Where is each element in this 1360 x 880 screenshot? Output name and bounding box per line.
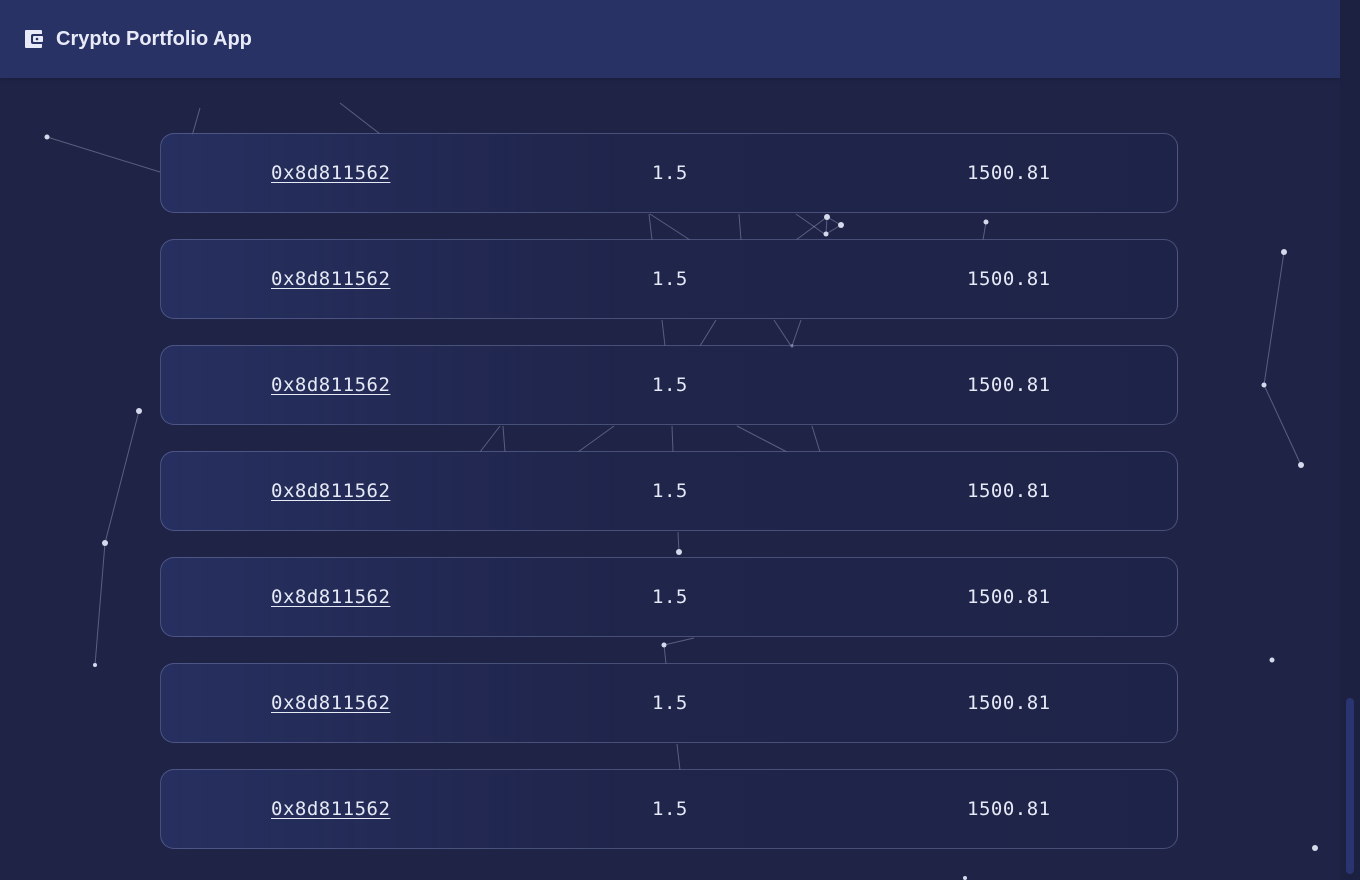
transaction-row: 0x8d811562 1.5 1500.81 — [160, 345, 1178, 425]
transaction-list: 0x8d811562 1.5 1500.81 0x8d811562 1.5 15… — [0, 0, 1340, 880]
wallet-icon — [25, 30, 43, 48]
transaction-value: 1500.81 — [967, 268, 1051, 290]
transaction-value: 1500.81 — [967, 374, 1051, 396]
transaction-row: 0x8d811562 1.5 1500.81 — [160, 557, 1178, 637]
transaction-row: 0x8d811562 1.5 1500.81 — [160, 133, 1178, 213]
transaction-amount: 1.5 — [652, 374, 688, 396]
transaction-row: 0x8d811562 1.5 1500.81 — [160, 451, 1178, 531]
transaction-value: 1500.81 — [967, 586, 1051, 608]
app-title: Crypto Portfolio App — [56, 28, 252, 50]
app-viewport: 0x8d811562 1.5 1500.81 0x8d811562 1.5 15… — [0, 0, 1360, 880]
scrollbar-thumb[interactable] — [1346, 698, 1354, 874]
transaction-value: 1500.81 — [967, 798, 1051, 820]
transaction-hash-link[interactable]: 0x8d811562 — [271, 134, 390, 212]
transaction-amount: 1.5 — [652, 692, 688, 714]
transaction-hash-link[interactable]: 0x8d811562 — [271, 558, 390, 636]
app-header: Crypto Portfolio App — [0, 0, 1340, 78]
transaction-hash-link[interactable]: 0x8d811562 — [271, 664, 390, 742]
transaction-row: 0x8d811562 1.5 1500.81 — [160, 663, 1178, 743]
transaction-amount: 1.5 — [652, 798, 688, 820]
transaction-row: 0x8d811562 1.5 1500.81 — [160, 239, 1178, 319]
transaction-value: 1500.81 — [967, 480, 1051, 502]
transaction-amount: 1.5 — [652, 162, 688, 184]
transaction-row: 0x8d811562 1.5 1500.81 — [160, 769, 1178, 849]
transaction-value: 1500.81 — [967, 692, 1051, 714]
transaction-hash-link[interactable]: 0x8d811562 — [271, 346, 390, 424]
transaction-hash-link[interactable]: 0x8d811562 — [271, 452, 390, 530]
transaction-hash-link[interactable]: 0x8d811562 — [271, 770, 390, 848]
transaction-amount: 1.5 — [652, 586, 688, 608]
transaction-amount: 1.5 — [652, 268, 688, 290]
transaction-amount: 1.5 — [652, 480, 688, 502]
vertical-scrollbar[interactable] — [1340, 0, 1360, 880]
transaction-hash-link[interactable]: 0x8d811562 — [271, 240, 390, 318]
transaction-value: 1500.81 — [967, 162, 1051, 184]
